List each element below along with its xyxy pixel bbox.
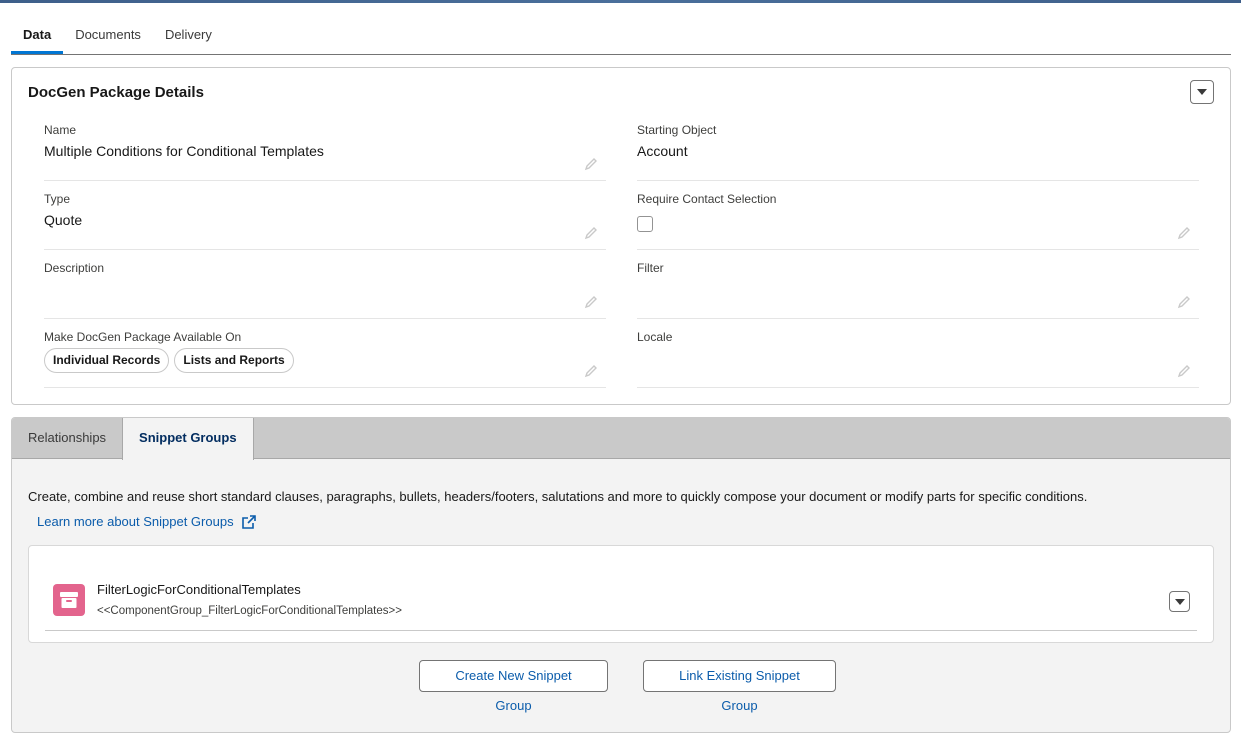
chevron-down-icon	[1197, 89, 1207, 95]
field-label: Make DocGen Package Available On	[44, 330, 242, 344]
field-label: Description	[44, 261, 105, 275]
archive-icon	[53, 584, 85, 616]
sub-tab-bar: Relationships Snippet Groups	[12, 418, 1230, 460]
field-label: Locale	[637, 330, 673, 344]
snippet-group-name[interactable]: FilterLogicForConditionalTemplates	[97, 582, 301, 597]
pill-container: Individual Records Lists and Reports	[44, 348, 294, 373]
field-require-contact: Require Contact Selection	[637, 192, 1199, 250]
tab-relationships[interactable]: Relationships	[12, 418, 122, 459]
snippet-group-menu-button[interactable]	[1169, 591, 1190, 612]
pencil-icon[interactable]	[584, 226, 598, 240]
link-snippet-group-button[interactable]: Link Existing Snippet Group	[643, 660, 836, 713]
snippet-description: Create, combine and reuse short standard…	[28, 489, 1088, 504]
top-accent-bar	[0, 0, 1241, 3]
tab-documents[interactable]: Documents	[63, 22, 153, 54]
field-filter: Filter	[637, 261, 1199, 319]
snippet-group-card: FilterLogicForConditionalTemplates <<Com…	[28, 545, 1214, 643]
pencil-icon[interactable]	[1177, 295, 1191, 309]
pencil-icon[interactable]	[584, 157, 598, 171]
field-available-on: Make DocGen Package Available On Individ…	[44, 330, 606, 388]
external-link-icon	[241, 514, 256, 529]
field-type: Type Quote	[44, 192, 606, 250]
snippet-group-tag: <<ComponentGroup_FilterLogicForCondition…	[97, 605, 402, 617]
learn-more-link[interactable]: Learn more about Snippet Groups	[37, 514, 256, 529]
field-label: Name	[44, 123, 77, 137]
pill-individual-records: Individual Records	[44, 348, 170, 373]
field-label: Require Contact Selection	[637, 192, 777, 206]
field-label: Type	[44, 192, 71, 206]
pencil-icon[interactable]	[1177, 364, 1191, 378]
field-label: Starting Object	[637, 123, 717, 137]
field-value: Multiple Conditions for Conditional Temp…	[44, 143, 324, 159]
chevron-down-icon	[1174, 598, 1185, 605]
snippet-section: Relationships Snippet Groups Create, com…	[11, 417, 1231, 733]
tab-data[interactable]: Data	[11, 22, 64, 54]
card-title: DocGen Package Details	[28, 84, 204, 101]
field-locale: Locale	[637, 330, 1199, 388]
field-value: Quote	[44, 212, 83, 228]
require-contact-checkbox[interactable]	[637, 216, 653, 232]
field-label: Filter	[637, 261, 664, 275]
tab-snippet-groups[interactable]: Snippet Groups	[122, 418, 254, 460]
field-starting-object: Starting Object Account	[637, 123, 1199, 181]
pencil-icon[interactable]	[584, 364, 598, 378]
tab-delivery[interactable]: Delivery	[153, 22, 224, 54]
divider	[45, 630, 1197, 631]
create-snippet-group-button[interactable]: Create New Snippet Group	[419, 660, 608, 713]
learn-more-label: Learn more about Snippet Groups	[37, 514, 234, 529]
details-menu-button[interactable]	[1190, 80, 1214, 104]
field-name: Name Multiple Conditions for Conditional…	[44, 123, 606, 181]
top-tab-bar: Data Documents Delivery	[11, 22, 1231, 55]
pill-lists-and-reports: Lists and Reports	[174, 348, 294, 373]
package-details-card: DocGen Package Details Name Multiple Con…	[11, 67, 1231, 405]
field-value: Account	[637, 143, 688, 159]
field-description: Description	[44, 261, 606, 319]
pencil-icon[interactable]	[584, 295, 598, 309]
pencil-icon[interactable]	[1177, 226, 1191, 240]
